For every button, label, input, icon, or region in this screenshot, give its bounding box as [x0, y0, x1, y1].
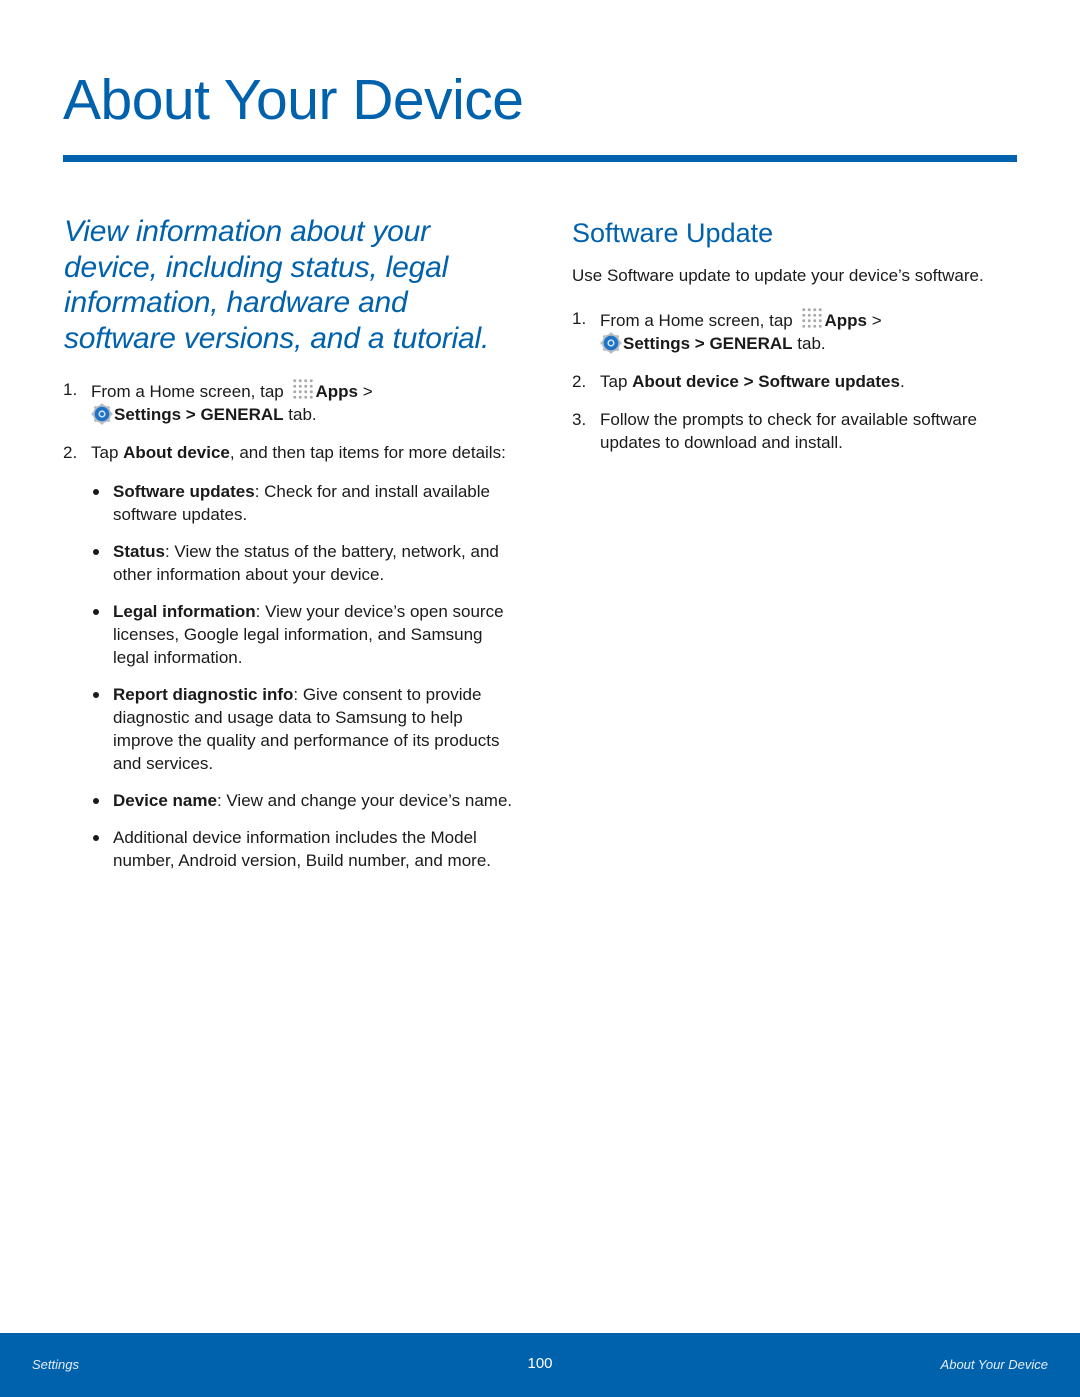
step-text: From a Home screen, tap: [91, 382, 289, 401]
bullet: [93, 549, 99, 555]
step-text: tab.: [792, 334, 826, 353]
item-term: Report diagnostic info: [113, 685, 294, 704]
apps-icon: [292, 378, 315, 400]
separator: >: [357, 382, 378, 401]
settings-gear-icon: [91, 403, 113, 425]
steps-list: 1. From a Home screen, tap Apps > Settin…: [63, 378, 523, 872]
item-term: Device name: [113, 791, 217, 810]
item-term: Status: [113, 542, 165, 561]
step-text: From a Home screen, tap: [600, 311, 798, 330]
separator: >: [738, 372, 759, 391]
list-item: Report diagnostic info: Give consent to …: [91, 683, 523, 775]
step-text: Follow the prompts to check for availabl…: [600, 410, 978, 452]
item-description: : View the status of the battery, networ…: [113, 542, 499, 584]
bullet: [93, 692, 99, 698]
list-item: Device name: View and change your device…: [91, 789, 523, 812]
about-device-instructions: 1. From a Home screen, tap Apps > Settin…: [63, 378, 523, 887]
list-item: Legal information: View your device’s op…: [91, 600, 523, 669]
step-text: Tap: [600, 372, 633, 391]
step-text: Tap: [91, 443, 124, 462]
step-number: 2.: [572, 372, 587, 391]
software-updates-label: Software updates: [758, 372, 900, 391]
settings-label: Settings: [114, 405, 182, 424]
step-text: .: [899, 372, 905, 391]
software-update-section: Software Update Use Software update to u…: [572, 216, 992, 469]
separator: >: [181, 405, 201, 424]
separator: >: [866, 311, 887, 330]
item-description: Additional device information includes t…: [113, 828, 491, 870]
section-heading: Software Update: [572, 218, 774, 248]
details-list: Software updates: Check for and install …: [91, 480, 523, 872]
intro-text: View information about your device, incl…: [64, 215, 490, 355]
general-label: GENERAL: [200, 405, 284, 424]
item-term: Software updates: [113, 482, 255, 501]
title-divider: [63, 155, 1017, 162]
about-device-label: About device: [123, 443, 230, 462]
step-text: , and then tap items for more details:: [229, 443, 506, 462]
item-description: : View and change your device’s name.: [216, 791, 513, 810]
step-1: 1. From a Home screen, tap Apps > Settin…: [572, 307, 992, 355]
apps-icon: [801, 307, 824, 329]
bullet: [93, 489, 99, 495]
list-item: Status: View the status of the battery, …: [91, 540, 523, 586]
step-2: 2. Tap About device > Software updates.: [572, 370, 992, 393]
list-item: Software updates: Check for and install …: [91, 480, 523, 526]
step-2: 2. Tap About device, and then tap items …: [63, 441, 523, 872]
apps-label: Apps: [315, 382, 358, 401]
settings-label: Settings: [623, 334, 691, 353]
apps-label: Apps: [824, 311, 867, 330]
page-number: 100: [527, 1355, 553, 1372]
step-3: 3. Follow the prompts to check for avail…: [572, 408, 992, 454]
step-number: 2.: [63, 443, 78, 462]
steps-list: 1. From a Home screen, tap Apps > Settin…: [572, 307, 992, 454]
separator: >: [690, 334, 710, 353]
bullet: [93, 798, 99, 804]
bullet: [93, 609, 99, 615]
general-label: GENERAL: [709, 334, 793, 353]
step-text: tab.: [283, 405, 317, 424]
step-1: 1. From a Home screen, tap Apps > Settin…: [63, 378, 523, 426]
about-device-label: About device: [632, 372, 739, 391]
page-title: About Your Device: [63, 68, 524, 132]
settings-gear-icon: [600, 332, 622, 354]
section-intro: Use Software update to update your devic…: [572, 266, 984, 285]
item-term: Legal information: [113, 602, 256, 621]
step-number: 1.: [63, 380, 78, 399]
page-footer: Settings 100 About Your Device: [0, 1333, 1080, 1397]
list-item: Additional device information includes t…: [91, 826, 523, 872]
footer-chapter-label: About Your Device: [940, 1357, 1048, 1372]
bullet: [93, 835, 99, 841]
step-number: 3.: [572, 410, 587, 429]
step-number: 1.: [572, 309, 587, 328]
